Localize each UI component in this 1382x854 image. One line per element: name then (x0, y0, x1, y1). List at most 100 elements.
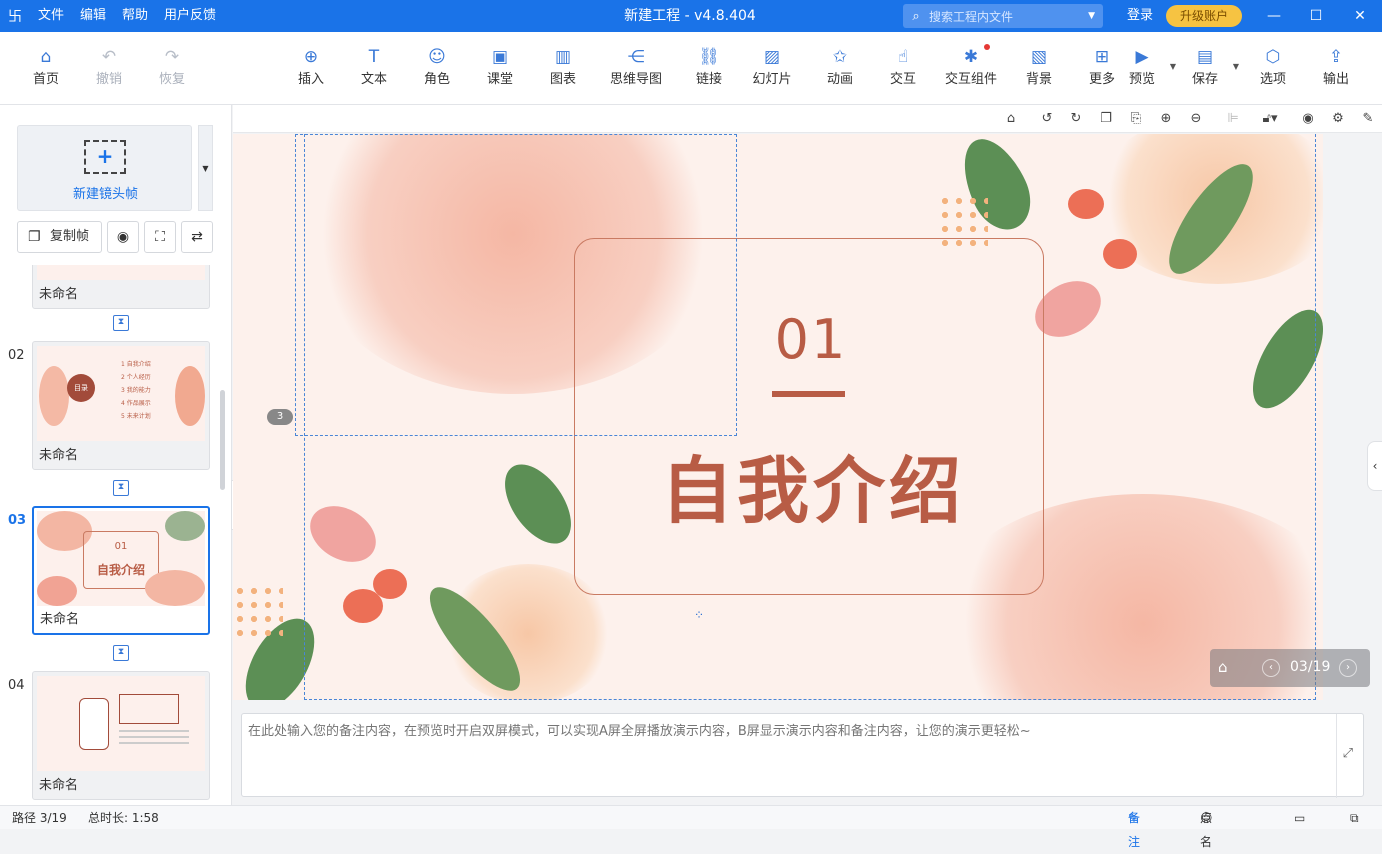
search-input[interactable]: ⌕ 搜索工程内文件 ▼ (903, 4, 1103, 28)
chevron-down-icon[interactable]: ▼ (1233, 62, 1239, 71)
menu-feedback[interactable]: 用户反馈 (156, 0, 224, 32)
home-button[interactable]: ⌂ 首页 (16, 46, 76, 87)
person-icon: ☺ (428, 47, 446, 67)
thumb-toc: 1 自我介绍 2 个人经历 3 我的能力 4 作品展示 5 未来计划 (121, 361, 151, 420)
path-frame-outline[interactable] (304, 134, 1316, 700)
save-button[interactable]: ▤ 保存 ▼ (1175, 46, 1239, 87)
slideshow-button[interactable]: ▨ 幻灯片 (742, 46, 802, 87)
zoom-out-icon[interactable]: ⊖ (1186, 109, 1206, 129)
slide-thumb-3[interactable]: 01 自我介绍 未命名 (32, 506, 210, 635)
zoom-in-icon[interactable]: ⊕ (1156, 109, 1176, 129)
options-icon: ⬡ (1265, 47, 1281, 67)
frames-panel: + 新建镜头帧 ▼ ❐ 复制帧 ◉ ⛶ ⇄ 未命名 ⧗ 02 目录 1 自我介绍 … (0, 105, 232, 805)
thumb-flower (39, 366, 69, 426)
class-button[interactable]: ▣ 课堂 (470, 46, 530, 87)
close-icon[interactable]: ✕ (1340, 0, 1380, 32)
duration-status: 总时长: 1:58 (88, 811, 159, 825)
login-button[interactable]: 登录 (1127, 0, 1153, 32)
chevron-left-icon: ‹ (1372, 459, 1378, 473)
link-button[interactable]: ⛓ 链接 (679, 46, 739, 87)
frame-plus-icon: + (84, 140, 126, 174)
slide-number: 02 (8, 348, 25, 363)
image-icon: ▨ (763, 47, 781, 67)
role-button[interactable]: ☺ 角色 (407, 46, 467, 87)
expand-right-panel-button[interactable]: ‹ (1367, 441, 1382, 491)
home-view-icon[interactable]: ⌂ (1001, 109, 1021, 129)
copy-frame-button[interactable]: ❐ 复制帧 (17, 221, 102, 253)
scrollbar[interactable] (220, 390, 225, 490)
screen-icon[interactable]: ▭ (1294, 806, 1305, 830)
thumb-flower (175, 366, 205, 426)
focus-icon: ⛶ (155, 229, 165, 245)
divider (1336, 714, 1337, 798)
notes-input[interactable] (248, 720, 1328, 790)
slide-thumb-2[interactable]: 目录 1 自我介绍 2 个人经历 3 我的能力 4 作品展示 5 未来计划 未命… (32, 341, 210, 470)
interact-button[interactable]: ☝ 交互 (873, 46, 933, 87)
slide-number: 04 (8, 678, 25, 693)
berry-decoration (233, 584, 283, 644)
right-gutter (1324, 134, 1382, 700)
interact-widget-button[interactable]: ✱ 交互组件 (936, 44, 1006, 87)
save-icon: ▤ (1196, 47, 1214, 67)
plus-circle-icon: ⊕ (303, 47, 319, 67)
menu-edit[interactable]: 编辑 (72, 0, 114, 32)
slide-thumbnail (37, 676, 205, 771)
copy-icon[interactable]: ❐ (1096, 109, 1116, 129)
maximize-icon[interactable]: ☐ (1296, 0, 1336, 32)
classroom-icon: ▣ (491, 47, 509, 67)
slide-thumb-4[interactable]: 未命名 (32, 671, 210, 800)
edit-icon[interactable]: ✎ (1358, 109, 1378, 129)
minimize-icon[interactable]: — (1254, 0, 1294, 32)
background-button[interactable]: ▧ 背景 (1009, 46, 1069, 87)
swap-icon: ⇄ (191, 229, 203, 245)
upgrade-button[interactable]: 升级账户 (1166, 5, 1242, 27)
new-frame-button[interactable]: + 新建镜头帧 (17, 125, 192, 211)
thumb-profile-card (79, 698, 109, 750)
fit-frame-button[interactable]: ⛶ (144, 221, 176, 253)
rotate-left-icon[interactable]: ↺ (1037, 109, 1057, 129)
swap-button[interactable]: ⇄ (181, 221, 213, 253)
align-icon[interactable]: ⊫ (1223, 109, 1243, 129)
redo-icon: ↷ (164, 47, 180, 67)
notification-dot (984, 44, 990, 50)
rotate-right-icon[interactable]: ↻ (1066, 109, 1086, 129)
lock-icon[interactable]: 🔓︎▾ (1255, 109, 1285, 129)
thumb-line (119, 736, 189, 738)
camera-button[interactable]: ◉ (107, 221, 139, 253)
animation-button[interactable]: ✩ 动画 (810, 46, 870, 87)
home-icon: ⌂ (40, 47, 52, 67)
text-button[interactable]: T 文本 (344, 46, 404, 87)
undo-button[interactable]: ↶ 撤销 (79, 46, 139, 87)
chart-button[interactable]: ▥ 图表 (533, 46, 593, 87)
screenshot-icon[interactable]: ◉ (1298, 109, 1318, 129)
transition-icon[interactable]: ⧗ (113, 480, 129, 496)
preview-button[interactable]: ▶ 预览 ▼ (1112, 46, 1176, 87)
background-icon: ▧ (1030, 47, 1048, 67)
mindmap-button[interactable]: ⋲ 思维导图 (601, 46, 671, 87)
home-icon[interactable]: ⌂ (1218, 658, 1228, 676)
title-bar: 卐 文件 编辑 帮助 用户反馈 新建工程 - v4.8.404 ⌕ 搜索工程内文… (0, 0, 1382, 32)
slide-thumb-1[interactable]: 未命名 (32, 265, 210, 309)
paste-icon[interactable]: ⎘ (1126, 109, 1146, 129)
thumb-flower (37, 576, 77, 606)
new-frame-dropdown[interactable]: ▼ (198, 125, 213, 211)
transition-icon[interactable]: ⧗ (113, 315, 129, 331)
menu-file[interactable]: 文件 (30, 0, 72, 32)
expand-icon[interactable]: ⤢ (1343, 746, 1353, 761)
redo-button[interactable]: ↷ 恢复 (142, 46, 202, 87)
prev-page-button[interactable]: ‹ (1262, 659, 1280, 677)
options-button[interactable]: ⬡ 选项 (1243, 46, 1303, 87)
mindmap-icon: ⋲ (627, 47, 645, 67)
settings-icon[interactable]: ⚙ (1328, 109, 1348, 129)
transition-icon[interactable]: ⧗ (113, 645, 129, 661)
star-icon: ✩ (832, 47, 848, 67)
share-icon[interactable]: ⧉ (1350, 806, 1359, 830)
thumb-line (119, 742, 189, 744)
canvas-stage[interactable]: 01 自我介绍 ⁘ 3 ‹ ⌂ ‹ 03/19 › (233, 134, 1382, 702)
chevron-down-icon[interactable]: ▼ (1088, 11, 1095, 21)
next-page-button[interactable]: › (1339, 659, 1357, 677)
path-tag[interactable]: 3 (267, 409, 293, 425)
export-button[interactable]: ⇪ 输出 (1306, 46, 1366, 87)
menu-help[interactable]: 帮助 (114, 0, 156, 32)
insert-button[interactable]: ⊕ 插入 (281, 46, 341, 87)
